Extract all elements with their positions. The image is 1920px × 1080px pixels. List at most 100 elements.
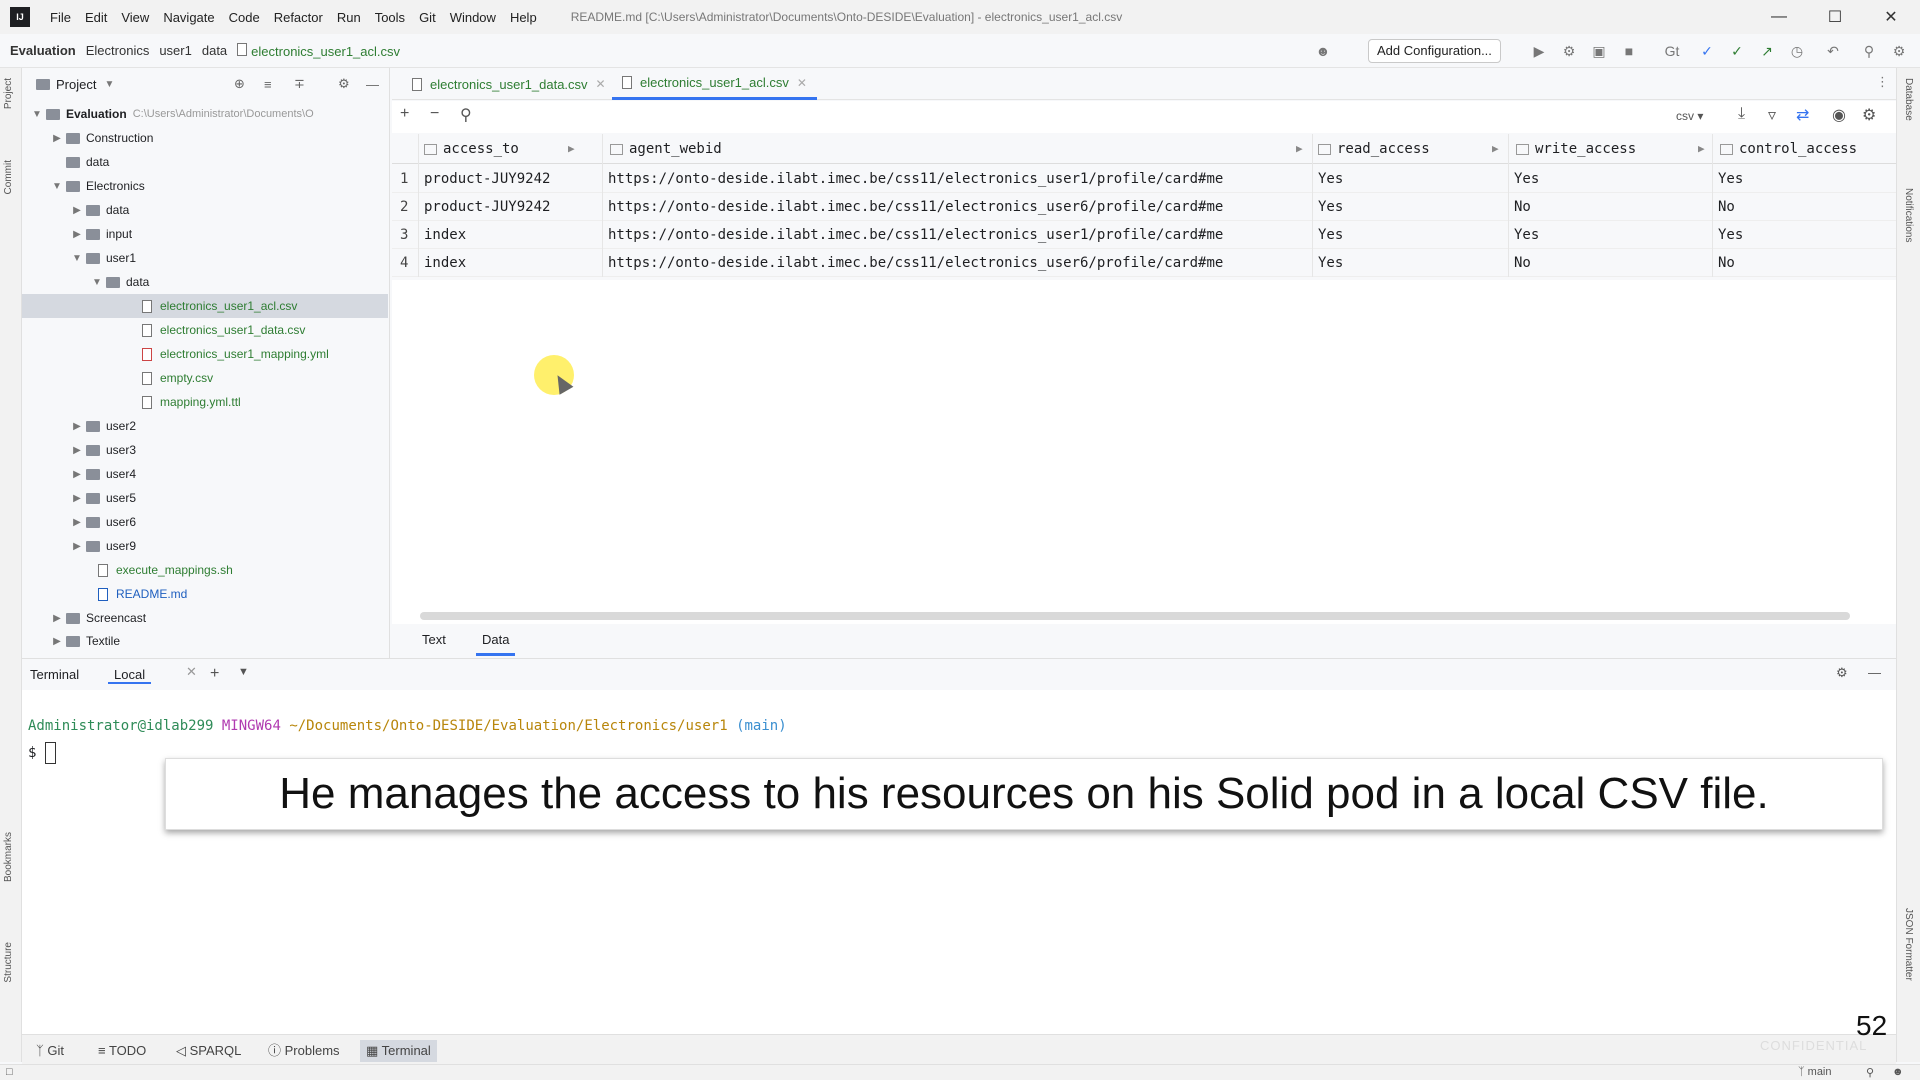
tree-item[interactable]: electronics_user1_mapping.yml	[22, 342, 388, 366]
tree-item[interactable]: ▶ user5	[22, 486, 388, 510]
menu-navigate[interactable]: Navigate	[163, 10, 214, 25]
chevron-right-icon[interactable]: ▶	[70, 493, 84, 504]
cell-write-access[interactable]: Yes	[1514, 165, 1539, 193]
remove-row-icon[interactable]: −	[430, 105, 439, 123]
table-row[interactable]: 1 product-JUY9242 https://onto-deside.il…	[392, 165, 1896, 193]
tree-item[interactable]: ▼ data	[22, 270, 388, 294]
terminal-output[interactable]: Administrator@idlab299 MINGW64 ~/Documen…	[22, 690, 1896, 1040]
toolwindow-sparql[interactable]: ◁ SPARQL	[170, 1040, 247, 1062]
chevron-down-icon[interactable]: ▼	[70, 253, 84, 264]
terminal-tab-local[interactable]: Local	[108, 667, 152, 684]
chevron-right-icon[interactable]: ▶	[70, 229, 84, 240]
tool-bookmarks[interactable]: Bookmarks	[3, 832, 14, 882]
chevron-right-icon[interactable]: ▶	[50, 613, 64, 624]
export-icon[interactable]: ⤓	[1738, 105, 1745, 123]
add-configuration-button[interactable]: Add Configuration...	[1368, 39, 1501, 63]
menu-file[interactable]: File	[50, 10, 71, 25]
chevron-right-icon[interactable]: ▶	[70, 421, 84, 432]
notifications-icon[interactable]: ☻	[1892, 1066, 1904, 1078]
tree-item[interactable]: ▶ user6	[22, 510, 388, 534]
toolwindow-todo[interactable]: ≡ TODO	[92, 1040, 152, 1062]
tree-root[interactable]: ▼ Evaluation C:\Users\Administrator\Docu…	[22, 102, 388, 126]
cell-read-access[interactable]: Yes	[1318, 249, 1343, 277]
hide-icon[interactable]: —	[1868, 665, 1881, 680]
chevron-down-icon[interactable]: ▼	[50, 181, 64, 192]
tab-data-csv[interactable]: electronics_user1_data.csv ✕	[402, 68, 616, 100]
cell-access-to[interactable]: product-JUY9242	[424, 165, 550, 193]
close-icon[interactable]: ✕	[797, 76, 807, 90]
gear-icon[interactable]: ⚙	[1836, 665, 1848, 681]
tree-item[interactable]: ▶ user4	[22, 462, 388, 486]
chevron-right-icon[interactable]: ▶	[70, 541, 84, 552]
close-icon[interactable]: ✕	[186, 664, 197, 680]
tree-item[interactable]: data	[22, 150, 388, 174]
git-update-icon[interactable]: ✓	[1698, 42, 1716, 60]
chevron-right-icon[interactable]: ▶	[70, 445, 84, 456]
tree-item[interactable]: execute_mappings.sh	[22, 558, 388, 582]
view-icon[interactable]: ◉	[1832, 105, 1846, 125]
tab-data[interactable]: Data	[476, 632, 516, 656]
cell-agent-webid[interactable]: https://onto-deside.ilabt.imec.be/css11/…	[608, 193, 1314, 221]
menu-help[interactable]: Help	[510, 10, 537, 25]
tree-item[interactable]: ▼ Electronics	[22, 174, 388, 198]
search-icon[interactable]: ⚲	[460, 105, 472, 125]
git-commit-icon[interactable]: ✓	[1728, 42, 1746, 60]
breadcrumb-item[interactable]: Electronics	[86, 43, 150, 58]
tree-item[interactable]: ▶ user9	[22, 534, 388, 558]
sort-icon[interactable]: ▶	[1296, 134, 1303, 162]
project-title[interactable]: Project	[56, 77, 96, 92]
sort-icon[interactable]: ▶	[1492, 134, 1499, 162]
chevron-down-icon[interactable]: ▼	[238, 666, 249, 678]
minimize-button[interactable]: —	[1756, 0, 1802, 34]
cell-agent-webid[interactable]: https://onto-deside.ilabt.imec.be/css11/…	[608, 221, 1314, 249]
tree-item[interactable]: ▶ Construction	[22, 126, 388, 150]
breadcrumb-file[interactable]: electronics_user1_acl.csv	[237, 42, 400, 59]
tool-database[interactable]: Database	[1903, 78, 1914, 121]
tool-notifications[interactable]: Notifications	[1903, 188, 1914, 242]
expand-all-icon[interactable]: ≡	[264, 77, 272, 92]
tree-item[interactable]: mapping.yml.ttl	[22, 390, 388, 414]
menu-code[interactable]: Code	[229, 10, 260, 25]
column-header-access-to[interactable]: access_to	[424, 134, 519, 162]
close-icon[interactable]: ✕	[596, 77, 606, 91]
menu-run[interactable]: Run	[337, 10, 361, 25]
breadcrumb-item[interactable]: user1	[159, 43, 192, 58]
toolwindow-terminal[interactable]: ▦ Terminal	[360, 1040, 437, 1062]
menu-git[interactable]: Git	[419, 10, 436, 25]
chevron-right-icon[interactable]: ▶	[70, 469, 84, 480]
filter-icon[interactable]: ▿	[1768, 105, 1776, 125]
cell-read-access[interactable]: Yes	[1318, 165, 1343, 193]
cell-read-access[interactable]: Yes	[1318, 221, 1343, 249]
tab-text[interactable]: Text	[422, 632, 446, 656]
run-icon[interactable]: ▶	[1530, 42, 1548, 60]
toolwindow-problems[interactable]: ⓘ Problems	[262, 1040, 346, 1062]
format-select[interactable]: csv ▾	[1676, 109, 1703, 123]
settings-icon[interactable]: ⚙	[1862, 105, 1876, 125]
hide-icon[interactable]: —	[366, 77, 379, 92]
column-header-read-access[interactable]: read_access	[1318, 134, 1430, 162]
close-button[interactable]: ✕	[1868, 0, 1914, 34]
stop-icon[interactable]: ■	[1620, 42, 1638, 60]
cell-control-access[interactable]: Yes	[1718, 165, 1743, 193]
debug-icon[interactable]: ⚙	[1560, 42, 1578, 60]
cell-access-to[interactable]: product-JUY9242	[424, 193, 550, 221]
cell-control-access[interactable]: Yes	[1718, 221, 1743, 249]
chevron-down-icon[interactable]: ▼	[30, 109, 44, 120]
column-header-write-access[interactable]: write_access	[1516, 134, 1636, 162]
cell-agent-webid[interactable]: https://onto-deside.ilabt.imec.be/css11/…	[608, 249, 1314, 277]
collapse-all-icon[interactable]: ∓	[294, 76, 305, 92]
chevron-right-icon[interactable]: ▶	[50, 636, 64, 647]
cell-access-to[interactable]: index	[424, 249, 466, 277]
add-terminal-icon[interactable]: +	[210, 665, 219, 683]
sort-icon[interactable]: ▶	[568, 134, 575, 162]
table-row[interactable]: 2 product-JUY9242 https://onto-deside.il…	[392, 193, 1896, 221]
column-header-control-access[interactable]: control_access	[1720, 134, 1857, 162]
lock-icon[interactable]: ⚲	[1866, 1066, 1874, 1079]
transpose-icon[interactable]: ⇄	[1796, 105, 1809, 125]
tab-acl-csv[interactable]: electronics_user1_acl.csv ✕	[612, 68, 817, 100]
tool-project[interactable]: Project	[3, 78, 14, 109]
toolwindow-git[interactable]: ᛉ Git	[30, 1040, 70, 1062]
horizontal-scrollbar[interactable]	[420, 612, 1850, 620]
search-icon[interactable]: ⚲	[1860, 42, 1878, 60]
cell-access-to[interactable]: index	[424, 221, 466, 249]
